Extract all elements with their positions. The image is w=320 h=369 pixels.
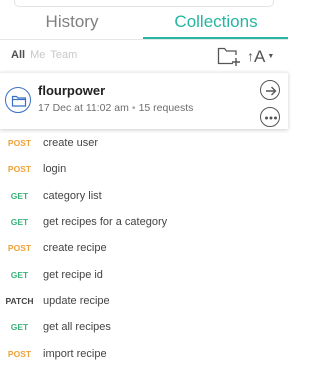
collection-meta: 17 Dec at 11:02 am • 15 requests — [38, 102, 193, 114]
ellipsis-icon — [265, 116, 277, 120]
request-name: import recipe — [43, 347, 107, 360]
chevron-down-icon: ▼ — [267, 52, 275, 60]
request-list: POST create user POST login GET category… — [0, 130, 288, 367]
filter-me[interactable]: Me — [30, 49, 45, 61]
collection-name: flourpower — [38, 83, 106, 98]
more-options-button[interactable] — [260, 107, 280, 127]
request-name: login — [43, 163, 67, 176]
filter-bar: All Me Team ↑ A ▼ — [0, 44, 288, 70]
request-name: update recipe — [43, 294, 110, 307]
method-badge: GET — [10, 269, 29, 280]
previous-panel-edge — [14, 0, 274, 7]
sort-button[interactable]: ↑ A ▼ — [247, 45, 283, 67]
method-badge: POST — [7, 243, 32, 254]
request-item[interactable]: GET category list — [0, 183, 288, 209]
owner-filters: All Me Team — [11, 49, 77, 61]
filter-all[interactable]: All — [11, 49, 25, 61]
method-badge: GET — [10, 217, 29, 228]
request-item[interactable]: PATCH update recipe — [0, 288, 288, 314]
request-name: get recipe id — [43, 268, 103, 281]
method-badge: POST — [7, 348, 32, 359]
folder-icon — [5, 87, 31, 113]
request-item[interactable]: POST import recipe — [0, 340, 288, 366]
tab-collections[interactable]: Collections — [144, 8, 288, 40]
sidebar-tabs: History Collections — [0, 8, 288, 40]
new-collection-button[interactable] — [217, 46, 241, 66]
request-name: create user — [43, 137, 99, 150]
request-item[interactable]: GET get recipes for a category — [0, 209, 288, 235]
method-badge: POST — [7, 164, 32, 175]
tab-history[interactable]: History — [0, 8, 144, 40]
method-badge: GET — [10, 322, 29, 333]
filter-team[interactable]: Team — [50, 49, 77, 61]
method-badge: GET — [10, 190, 29, 201]
request-name: get all recipes — [43, 321, 111, 334]
request-item[interactable]: POST create recipe — [0, 235, 288, 261]
sort-arrow-icon: ↑ — [247, 48, 254, 64]
sort-letter: A — [254, 46, 266, 66]
collection-date: 17 Dec at 11:02 am — [38, 102, 129, 114]
request-item[interactable]: POST create user — [0, 130, 288, 156]
method-badge: POST — [7, 138, 32, 149]
collection-item[interactable]: flourpower 17 Dec at 11:02 am • 15 request… — [0, 72, 288, 129]
arrow-right-icon — [266, 86, 277, 96]
method-badge: PATCH — [5, 295, 34, 306]
meta-separator: • — [131, 102, 136, 114]
folder-plus-icon — [217, 47, 240, 66]
request-count: 15 requests — [138, 102, 194, 114]
request-item[interactable]: POST login — [0, 156, 288, 182]
request-item[interactable]: GET get all recipes — [0, 314, 288, 340]
request-name: category list — [43, 189, 102, 202]
request-name: get recipes for a category — [43, 216, 168, 229]
open-collection-button[interactable] — [260, 80, 280, 100]
request-item[interactable]: GET get recipe id — [0, 261, 288, 287]
tab-divider — [0, 39, 288, 40]
request-name: create recipe — [43, 242, 107, 255]
